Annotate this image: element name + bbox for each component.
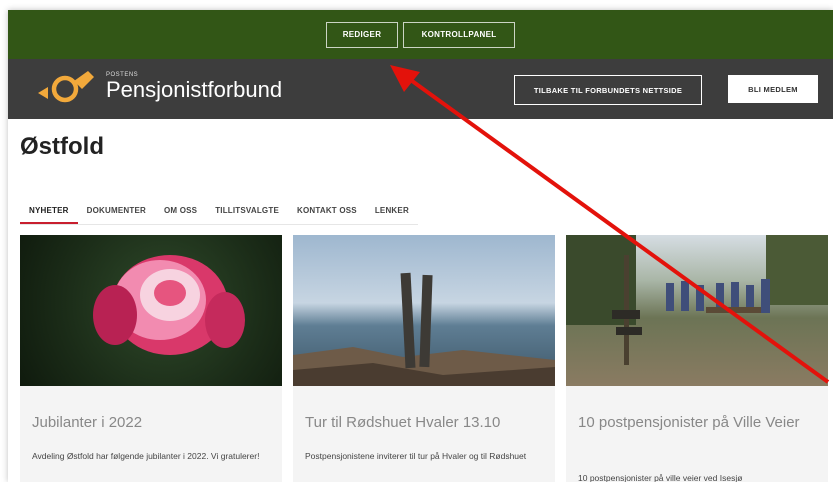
page-title: Østfold [20,133,104,160]
tab-om-oss[interactable]: OM OSS [155,206,206,224]
article-card[interactable]: Tur til Rødshuet Hvaler 13.10 Postpensjo… [293,235,555,482]
article-excerpt: Postpensjonistene inviterer til tur på H… [305,451,527,461]
article-excerpt: 10 postpensjonister på ville veier ved I… [578,473,743,482]
article-title[interactable]: Jubilanter i 2022 [32,413,142,433]
article-image-rose[interactable] [20,235,282,386]
back-to-main-site-button[interactable]: TILBAKE TIL FORBUNDETS NETTSIDE [514,75,702,105]
article-title[interactable]: Tur til Rødshuet Hvaler 13.10 [305,413,500,433]
tab-bar: NYHETER DOKUMENTER OM OSS TILLITSVALGTE … [20,206,418,225]
article-image-hikers[interactable] [566,235,828,386]
posthorn-logo-icon [38,71,94,103]
site-logo[interactable]: POSTENS Pensjonistforbund [36,67,282,107]
article-card[interactable]: Jubilanter i 2022 Avdeling Østfold har f… [20,235,282,482]
tab-nyheter[interactable]: NYHETER [20,206,78,224]
tab-lenker[interactable]: LENKER [366,206,418,224]
logo-text: Pensjonistforbund [106,77,283,102]
rediger-button[interactable]: REDIGER [326,21,398,48]
join-button[interactable]: BLI MEDLEM [728,75,818,103]
site-header: POSTENS Pensjonistforbund TILBAKE TIL FO… [8,59,833,119]
article-excerpt: Avdeling Østfold har følgende jubilanter… [32,451,260,461]
kontrollpanel-button[interactable]: KONTROLLPANEL [403,21,515,48]
admin-bar: REDIGER KONTROLLPANEL [8,10,833,59]
tab-tillitsvalgte[interactable]: TILLITSVALGTE [206,206,288,224]
article-card[interactable]: 10 postpensjonister på Ville Veier 10 po… [566,235,828,482]
browser-page: REDIGER KONTROLLPANEL POSTENS Pensjonist… [8,10,833,482]
article-image-coast[interactable] [293,235,555,386]
article-title[interactable]: 10 postpensjonister på Ville Veier [578,413,800,433]
tab-dokumenter[interactable]: DOKUMENTER [78,206,155,224]
tab-kontakt-oss[interactable]: KONTAKT OSS [288,206,366,224]
